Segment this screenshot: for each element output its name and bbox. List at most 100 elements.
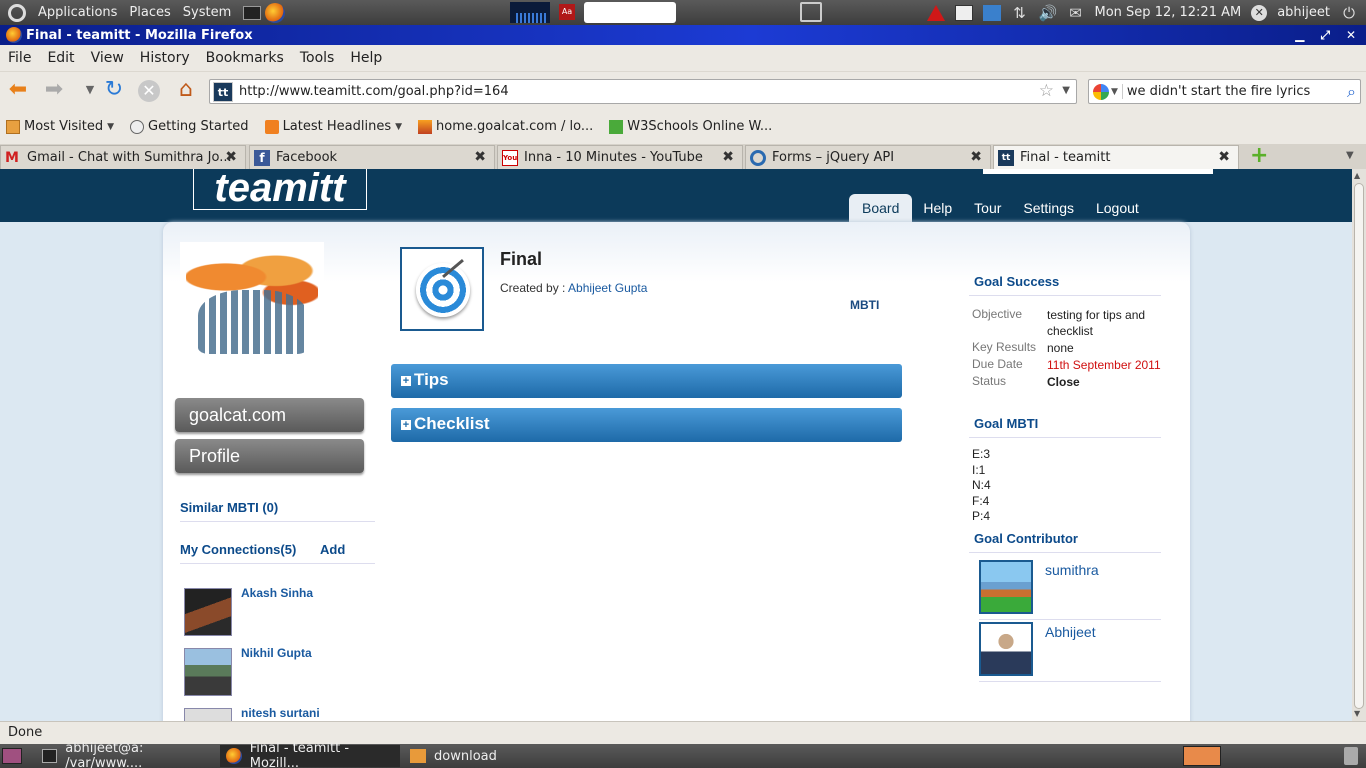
display-icon[interactable] bbox=[800, 2, 822, 22]
minimize-icon[interactable]: ▁ bbox=[1295, 28, 1304, 42]
nav-help[interactable]: Help bbox=[912, 194, 963, 222]
connection-name[interactable]: Nikhil Gupta bbox=[241, 646, 312, 660]
menu-history[interactable]: History bbox=[132, 50, 198, 66]
taskbar-download[interactable]: download bbox=[404, 745, 584, 767]
similar-mbti-link[interactable]: Similar MBTI (0) bbox=[180, 500, 375, 522]
add-connection-link[interactable]: Add bbox=[320, 542, 345, 557]
tab-youtube[interactable]: You Inna - 10 Minutes - YouTube ✖ bbox=[497, 145, 743, 169]
close-window-icon[interactable]: ✕ bbox=[1346, 28, 1356, 42]
bookmark-goalcat[interactable]: home.goalcat.com / lo... bbox=[418, 119, 593, 134]
ubuntu-logo-icon[interactable] bbox=[8, 3, 26, 22]
bookmark-latest-headlines[interactable]: Latest Headlines ▼ bbox=[264, 119, 402, 134]
close-tab-icon[interactable]: ✖ bbox=[970, 149, 982, 165]
tab-jquery[interactable]: Forms – jQuery API ✖ bbox=[745, 145, 991, 169]
firefox-launcher-icon[interactable] bbox=[265, 2, 286, 23]
profile-button[interactable]: Profile bbox=[175, 439, 364, 473]
trash-icon[interactable] bbox=[1344, 747, 1358, 765]
url-bar[interactable]: tt http://www.teamitt.com/goal.php?id=16… bbox=[209, 79, 1077, 104]
workspace-switcher[interactable] bbox=[1183, 746, 1221, 766]
avatar[interactable] bbox=[184, 648, 232, 696]
search-icon[interactable]: ⌕ bbox=[1347, 82, 1356, 102]
teamitt-logo[interactable]: teamitt bbox=[193, 169, 367, 210]
tab-facebook[interactable]: f Facebook ✖ bbox=[249, 145, 495, 169]
site-identity-icon[interactable]: tt bbox=[213, 81, 233, 102]
connection-item[interactable]: Nikhil Gupta bbox=[184, 646, 374, 700]
nav-tour[interactable]: Tour bbox=[963, 194, 1012, 222]
search-bar[interactable]: ▼ we didn't start the fire lyrics ⌕ bbox=[1088, 79, 1361, 104]
mail-icon[interactable]: ✉ bbox=[1067, 5, 1085, 21]
contributor-name[interactable]: sumithra bbox=[1045, 562, 1099, 578]
engine-dropdown-icon[interactable]: ▼ bbox=[1111, 87, 1118, 97]
scroll-down-icon[interactable]: ▼ bbox=[1354, 709, 1360, 718]
tips-accordion[interactable]: + Tips bbox=[391, 364, 902, 398]
avatar[interactable] bbox=[979, 622, 1033, 676]
goalcat-button[interactable]: goalcat.com bbox=[175, 398, 364, 432]
taskbar-terminal[interactable]: abhijeet@a: /var/www.... bbox=[36, 741, 216, 768]
bluetooth-icon[interactable] bbox=[982, 4, 1001, 21]
bookmark-w3schools[interactable]: W3Schools Online W... bbox=[609, 119, 772, 134]
menu-help[interactable]: Help bbox=[342, 50, 390, 66]
connection-item[interactable]: nitesh surtani bbox=[184, 706, 374, 721]
applications-menu[interactable]: Applications bbox=[32, 5, 123, 20]
close-tab-icon[interactable]: ✖ bbox=[474, 149, 486, 165]
home-button[interactable]: ⌂ bbox=[174, 79, 198, 103]
contributor-item[interactable]: Abhijeet bbox=[979, 622, 1161, 682]
taskbar-firefox[interactable]: Final - teamitt - Mozill... bbox=[220, 741, 400, 768]
user-status-icon[interactable]: ✕ bbox=[1251, 4, 1268, 21]
menu-file[interactable]: File bbox=[0, 50, 39, 66]
menu-view[interactable]: View bbox=[83, 50, 132, 66]
maximize-icon[interactable]: ⤢ bbox=[1320, 28, 1330, 43]
warning-icon[interactable] bbox=[926, 4, 945, 21]
volume-icon[interactable]: 🔊 bbox=[1039, 5, 1058, 21]
avatar[interactable] bbox=[184, 708, 232, 721]
scroll-up-icon[interactable]: ▲ bbox=[1354, 171, 1360, 180]
menu-tools[interactable]: Tools bbox=[292, 50, 343, 66]
menu-bookmarks[interactable]: Bookmarks bbox=[198, 50, 292, 66]
mbti-link[interactable]: MBTI bbox=[850, 298, 879, 312]
network-icon[interactable]: ⇅ bbox=[1011, 5, 1029, 21]
contributor-name[interactable]: Abhijeet bbox=[1045, 624, 1096, 640]
connections-link[interactable]: My Connections(5) bbox=[180, 542, 296, 557]
panel-search-input[interactable] bbox=[584, 2, 676, 23]
show-desktop-icon[interactable] bbox=[2, 748, 22, 764]
page-scrollbar[interactable]: ▲ ▼ bbox=[1352, 169, 1366, 721]
power-icon[interactable]: ⏻ bbox=[1340, 5, 1358, 21]
terminal-launcher-icon[interactable] bbox=[243, 5, 262, 20]
bookmark-getting-started[interactable]: Getting Started bbox=[130, 119, 249, 134]
nav-board[interactable]: Board bbox=[849, 194, 913, 222]
bookmark-most-visited[interactable]: Most Visited ▼ bbox=[6, 119, 114, 134]
places-menu[interactable]: Places bbox=[123, 5, 176, 20]
adobe-reader-icon[interactable]: Aa bbox=[559, 4, 575, 20]
close-tab-icon[interactable]: ✖ bbox=[225, 149, 237, 165]
tab-list-icon[interactable]: ▼ bbox=[1346, 150, 1354, 161]
nav-settings[interactable]: Settings bbox=[1012, 194, 1085, 222]
stop-button[interactable]: ✕ bbox=[138, 80, 160, 102]
clock[interactable]: Mon Sep 12, 12:21 AM bbox=[1095, 5, 1242, 20]
google-engine-icon[interactable] bbox=[1093, 83, 1109, 100]
window-titlebar[interactable]: Final - teamitt - Mozilla Firefox ▁ ⤢ ✕ bbox=[0, 25, 1366, 45]
avatar[interactable] bbox=[184, 588, 232, 636]
url-dropdown-icon[interactable]: ▼ bbox=[1062, 85, 1070, 96]
menu-edit[interactable]: Edit bbox=[39, 50, 82, 66]
scroll-thumb[interactable] bbox=[1354, 183, 1364, 709]
forward-button[interactable]: ➡ bbox=[42, 79, 66, 103]
contributor-item[interactable]: sumithra bbox=[979, 560, 1161, 620]
close-tab-icon[interactable]: ✖ bbox=[722, 149, 734, 165]
back-button[interactable]: ⬅ bbox=[6, 79, 30, 103]
reload-button[interactable]: ↻ bbox=[102, 79, 126, 103]
nav-logout[interactable]: Logout bbox=[1085, 194, 1150, 222]
tab-gmail[interactable]: M Gmail - Chat with Sumithra Jo... ✖ bbox=[0, 145, 246, 169]
keyboard-layout-icon[interactable] bbox=[954, 4, 973, 21]
system-monitor-icon[interactable] bbox=[510, 2, 550, 23]
history-dropdown-icon[interactable]: ▼ bbox=[78, 79, 102, 103]
close-tab-icon[interactable]: ✖ bbox=[1218, 149, 1230, 165]
avatar[interactable] bbox=[979, 560, 1033, 614]
creator-link[interactable]: Abhijeet Gupta bbox=[568, 281, 647, 295]
user-name[interactable]: abhijeet bbox=[1277, 5, 1330, 20]
new-tab-icon[interactable]: + bbox=[1250, 145, 1268, 167]
checklist-accordion[interactable]: + Checklist bbox=[391, 408, 902, 442]
connection-name[interactable]: Akash Sinha bbox=[241, 586, 313, 600]
system-menu[interactable]: System bbox=[177, 5, 237, 20]
connection-name[interactable]: nitesh surtani bbox=[241, 706, 320, 720]
connection-item[interactable]: Akash Sinha bbox=[184, 586, 374, 640]
